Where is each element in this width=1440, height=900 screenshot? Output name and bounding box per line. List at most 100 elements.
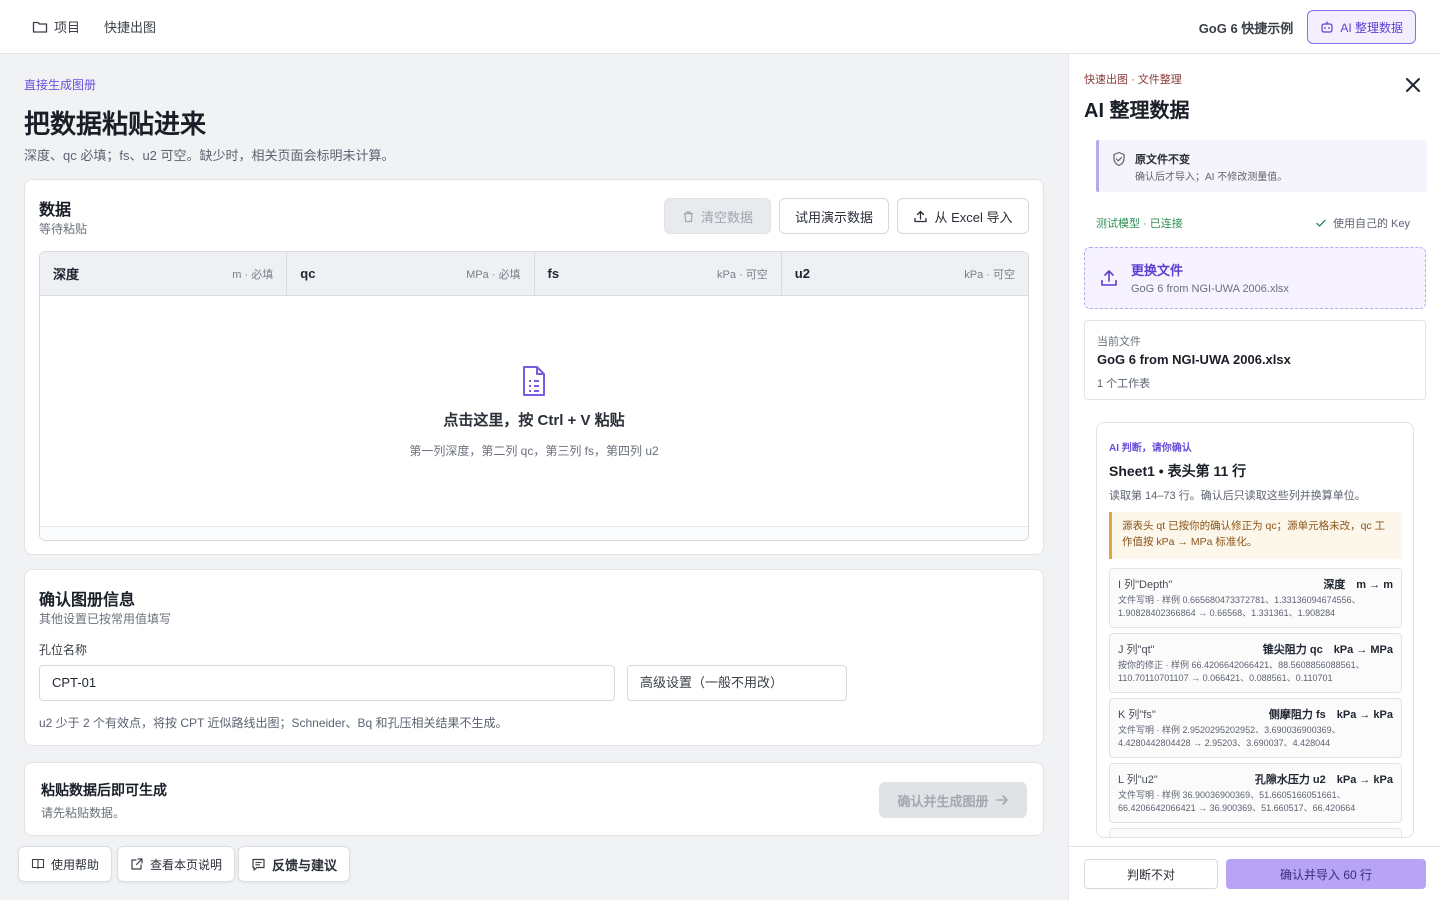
example-label[interactable]: GoG 6 快捷示例	[1199, 18, 1294, 37]
own-key-toggle[interactable]: 使用自己的 Key	[1315, 215, 1410, 231]
column-unit: kPa · 可空	[717, 268, 768, 281]
ai-judgement-title: Sheet1 • 表头第 11 行	[1109, 463, 1247, 479]
upload-icon	[914, 210, 928, 222]
upload-icon	[1101, 270, 1117, 286]
external-link-icon	[131, 858, 143, 870]
page-doc-label: 查看本页说明	[150, 857, 223, 872]
ai-judgement-card: AI 判断，请你确认 Sheet1 • 表头第 11 行 读取第 14–73 行…	[1096, 422, 1414, 838]
replace-file-title: 更换文件	[1131, 263, 1184, 278]
generate-button-label: 确认并生成图册	[897, 793, 989, 809]
data-grid[interactable]: 深度 m · 必填 qc MPa · 必填 fs kPa · 可空 u2 kPa…	[39, 251, 1029, 541]
ai-panel: 快速出图 · 文件整理 AI 整理数据 原文件不变 确认后才导入；AI 不修改测…	[1068, 54, 1440, 900]
ai-judgement-label: AI 判断，请你确认	[1109, 443, 1192, 454]
document-icon	[523, 365, 545, 396]
hole-name-label: 孔位名称	[39, 643, 88, 657]
page-title: 把数据粘贴进来	[24, 109, 207, 139]
info-card-title: 确认图册信息	[39, 592, 136, 609]
import-excel-label: 从 Excel 导入	[934, 209, 1013, 225]
column-qc: qc MPa · 必填	[287, 252, 535, 295]
model-status: 测试模型 · 已连接	[1096, 218, 1183, 230]
paste-title: 点击这里，按 Ctrl + V 粘贴	[443, 411, 625, 429]
demo-data-label: 试用演示数据	[794, 209, 873, 225]
mapping-detail: 按你的修正 · 样例 66.4206642066421、88.560885608…	[1118, 660, 1365, 683]
generate-button[interactable]: 确认并生成图册	[879, 782, 1027, 818]
trash-icon	[683, 210, 693, 222]
replace-file-name: GoG 6 from NGI-UWA 2006.xlsx	[1131, 283, 1289, 295]
breadcrumb[interactable]: 直接生成图册	[24, 76, 96, 93]
info-card: 确认图册信息 其他设置已按常用值填写 孔位名称 CPT-01 高级设置（一般不用…	[24, 569, 1044, 746]
column-mapping[interactable]: J 列"qt" 锥尖阻力 qc kPa → MPa 按你的修正 · 样例 66.4…	[1109, 633, 1402, 693]
mapping-source: J 列"qt"	[1118, 644, 1155, 656]
feedback-button[interactable]: 反馈与建议	[238, 846, 351, 882]
column-mapping[interactable]: K 列"fs" 侧摩阻力 fs kPa → kPa 文件写明 · 样例 2.952…	[1109, 698, 1402, 758]
folder-icon	[32, 21, 48, 33]
top-bar: 项目 快捷出图 GoG 6 快捷示例 AI 整理数据	[0, 0, 1440, 54]
mapping-source: L 列"u2"	[1118, 774, 1158, 786]
column-name: fs	[547, 266, 560, 281]
notice-subtitle: 确认后才导入；AI 不修改测量值。	[1135, 172, 1288, 183]
mapping-source: I 列"Depth"	[1118, 579, 1173, 591]
current-file-name: GoG 6 from NGI-UWA 2006.xlsx	[1097, 352, 1291, 367]
close-button[interactable]	[1402, 74, 1424, 96]
column-unit: kPa · 可空	[964, 268, 1015, 281]
main-content: 直接生成图册 把数据粘贴进来 深度、qc 必填；fs、u2 可空。缺少时，相关页…	[0, 54, 1068, 900]
ai-judgement-subtitle: 读取第 14–73 行。确认后只读取这些列并换算单位。	[1109, 490, 1366, 502]
notice-title: 原文件不变	[1135, 154, 1190, 166]
column-mapping[interactable]: I 列"Depth" 深度 m → m 文件写明 · 样例 0.665680473…	[1109, 568, 1402, 628]
nav-quick-plot[interactable]: 快捷出图	[104, 17, 156, 36]
ai-organize-button[interactable]: AI 整理数据	[1307, 10, 1416, 44]
feedback-label: 反馈与建议	[272, 857, 338, 873]
mapping-target: 深度 m → m	[1323, 579, 1393, 591]
generate-title: 粘贴数据后即可生成	[41, 782, 167, 798]
replace-file-dropzone[interactable]: 更换文件 GoG 6 from NGI-UWA 2006.xlsx	[1084, 247, 1426, 309]
column-name: qc	[300, 266, 316, 281]
advanced-settings-select[interactable]: 高级设置（一般不用改）	[627, 665, 847, 701]
column-name: u2	[794, 266, 810, 281]
sheet-count: 1 个工作表	[1097, 378, 1151, 390]
hole-name-input[interactable]: CPT-01	[39, 665, 615, 701]
confirm-import-button[interactable]: 确认并导入 60 行	[1226, 859, 1426, 889]
import-excel-button[interactable]: 从 Excel 导入	[897, 198, 1029, 234]
grid-scrollbar[interactable]	[40, 526, 1028, 540]
grid-header: 深度 m · 必填 qc MPa · 必填 fs kPa · 可空 u2 kPa…	[40, 252, 1028, 296]
help-label: 使用帮助	[51, 857, 100, 872]
nav-projects[interactable]: 项目	[32, 17, 80, 36]
clear-data-label: 清空数据	[700, 209, 753, 225]
panel-breadcrumb: 快速出图 · 文件整理	[1084, 74, 1182, 86]
column-unit: m · 必填	[232, 268, 274, 281]
data-card-status: 等待粘贴	[39, 222, 88, 236]
column-fs: fs kPa · 可空	[535, 252, 782, 295]
mapping-target: 孔隙水压力 u2 kPa → kPa	[1254, 774, 1393, 786]
page-doc-button[interactable]: 查看本页说明	[117, 846, 236, 882]
column-mapping[interactable]: L 列"u2" 孔隙水压力 u2 kPa → kPa 文件写明 · 样例 36.9…	[1109, 763, 1402, 823]
nav-projects-label: 项目	[54, 20, 81, 35]
book-icon	[31, 858, 45, 870]
ai-organize-label: AI 整理数据	[1340, 20, 1403, 35]
generate-card: 粘贴数据后即可生成 请先粘贴数据。 确认并生成图册	[24, 762, 1044, 836]
mapping-detail: 文件写明 · 样例 36.90036900369、51.660516605166…	[1118, 790, 1356, 813]
help-button[interactable]: 使用帮助	[18, 846, 113, 882]
message-icon	[252, 858, 265, 871]
shield-check-icon	[1113, 151, 1125, 167]
own-key-label: 使用自己的 Key	[1332, 218, 1410, 230]
demo-data-button[interactable]: 试用演示数据	[779, 198, 889, 234]
ai-correction-note: 源表头 qt 已按你的确认修正为 qc；源单元格未改，qc 工作值按 kPa →…	[1109, 512, 1402, 559]
column-name: 深度	[53, 267, 80, 282]
data-card: 数据 等待粘贴 清空数据 试用演示数据 从 Excel 导入 深度 m · 必填…	[24, 179, 1044, 555]
column-unit: MPa · 必填	[466, 268, 521, 281]
column-u2: u2 kPa · 可空	[782, 252, 1028, 295]
panel-actions: 判断不对 确认并导入 60 行	[1069, 846, 1440, 900]
clear-data-button[interactable]: 清空数据	[664, 198, 771, 234]
mapping-detail: 文件写明 · 样例 0.665680473372781、1.3313609467…	[1118, 595, 1361, 618]
current-file-box: 当前文件 GoG 6 from NGI-UWA 2006.xlsx 1 个工作表	[1084, 320, 1426, 400]
close-icon	[1406, 78, 1420, 92]
paste-area[interactable]: 点击这里，按 Ctrl + V 粘贴 第一列深度，第二列 qc，第三列 fs，第…	[40, 296, 1028, 527]
mapping-detail: 文件写明 · 样例 2.9520295202952、3.690036900369…	[1118, 725, 1341, 748]
reject-button[interactable]: 判断不对	[1084, 859, 1218, 889]
u2-note: u2 少于 2 个有效点，将按 CPT 近似路线出图；Schneider、Bq …	[39, 716, 508, 730]
check-icon	[1316, 219, 1326, 227]
arrow-right-icon	[995, 795, 1008, 805]
generate-subtitle: 请先粘贴数据。	[41, 806, 126, 820]
data-card-title: 数据	[39, 202, 72, 219]
column-mapping	[1109, 828, 1402, 837]
